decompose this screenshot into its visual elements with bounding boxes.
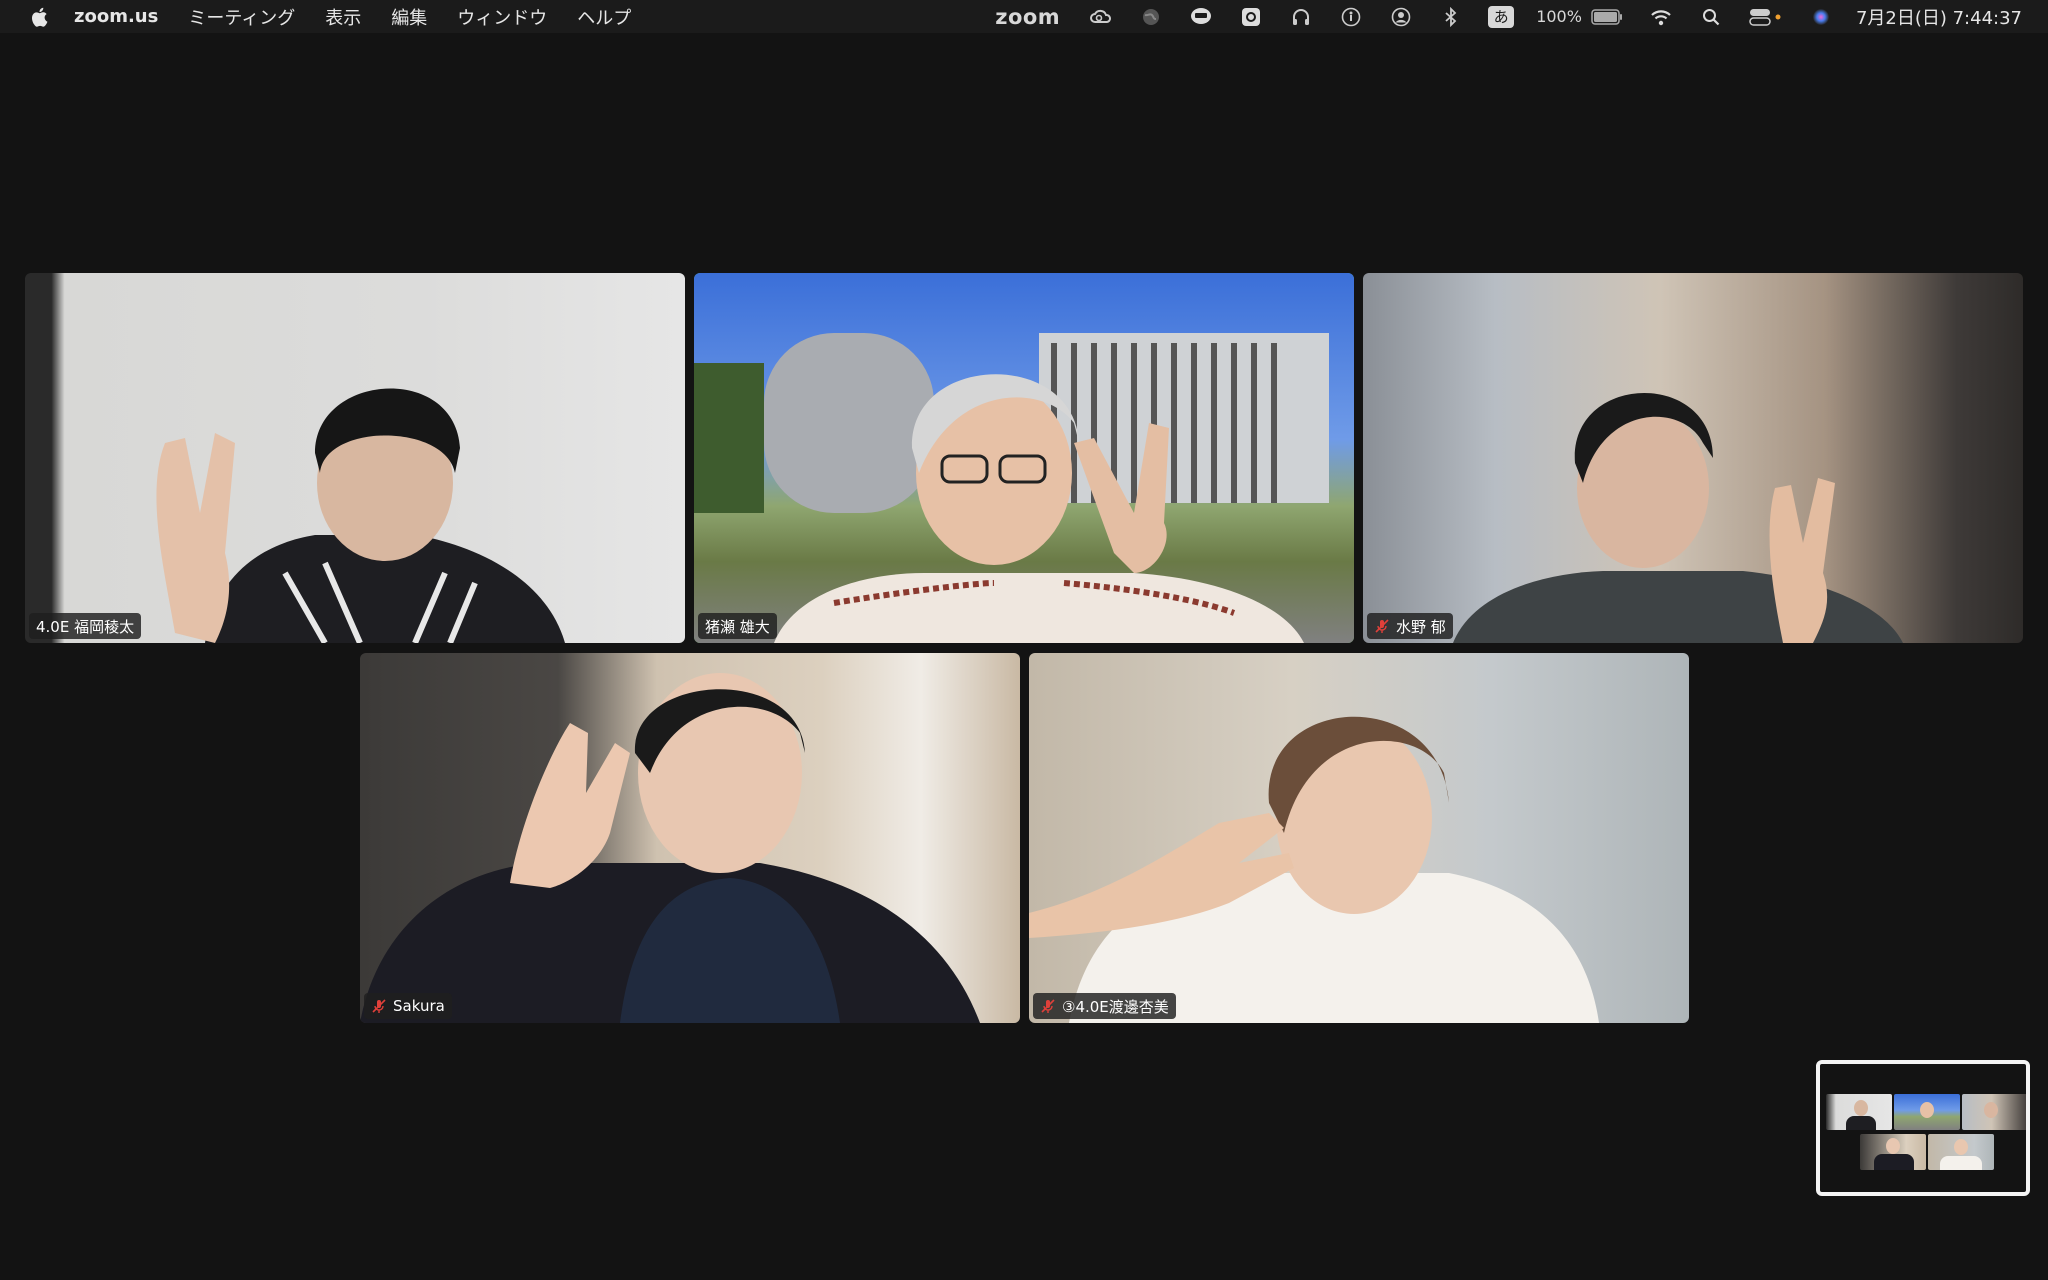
globe-icon[interactable] [1138,5,1164,29]
video-tile-2-active-speaker[interactable]: 猪瀬 雄大 [694,273,1354,643]
participant-video-image [694,333,1329,643]
participant-video-image [1029,716,1599,1023]
app-menu[interactable]: zoom.us [74,6,158,27]
battery-percent: 100% [1536,7,1582,26]
menu-bar-clock[interactable]: 7月2日(日) 7:44:37 [1856,4,2022,30]
menu-meeting[interactable]: ミーティング [188,4,295,30]
minimap-tile [1860,1134,1926,1170]
screen-record-icon[interactable] [1238,5,1264,29]
participant-name: 猪瀬 雄大 [705,617,770,636]
user-account-icon[interactable] [1388,5,1414,29]
menu-view[interactable]: 表示 [325,4,361,30]
microphone-muted-icon [1041,999,1055,1013]
participant-name-label: 4.0E 福岡稜太 [29,613,142,639]
menu-window[interactable]: ウィンドウ [457,4,547,30]
headphones-icon[interactable] [1288,5,1314,29]
participant-video-image [360,673,980,1023]
minimap-tile [1826,1094,1892,1130]
video-tile-5[interactable]: ③4.0E渡邊杏美 [1029,653,1689,1023]
video-tile-3[interactable]: 水野 郁 [1363,273,2023,643]
minimap-tile [1962,1094,2026,1130]
battery-icon[interactable] [1590,5,1624,29]
menu-bar: zoom.us ミーティング 表示 編集 ウィンドウ ヘルプ zoom あ 10… [0,0,2048,33]
participant-name-label: 水野 郁 [1367,613,1453,639]
spotlight-search-icon[interactable] [1698,5,1724,29]
gallery-minimap[interactable] [1816,1060,2030,1196]
microphone-muted-icon [1375,619,1389,633]
participant-video-image [156,388,565,643]
menu-edit[interactable]: 編集 [391,4,427,30]
zoom-status-icon[interactable]: zoom [995,5,1060,29]
siri-icon[interactable] [1808,5,1834,29]
participant-video-image [1453,392,1903,643]
participant-name-label: ③4.0E渡邊杏美 [1033,993,1176,1019]
minimap-tile [1894,1094,1960,1130]
menu-help[interactable]: ヘルプ [577,4,631,30]
control-center-icon[interactable] [1748,5,1784,29]
participant-name: ③4.0E渡邊杏美 [1062,997,1169,1016]
video-tile-1[interactable]: 4.0E 福岡稜太 [25,273,685,643]
video-tile-4[interactable]: Sakura [360,653,1020,1023]
participant-name: Sakura [393,997,445,1015]
minimap-tile [1928,1134,1994,1170]
participant-name: 水野 郁 [1396,617,1446,636]
input-method-icon[interactable]: あ [1488,5,1515,29]
participant-name-label: Sakura [364,993,452,1019]
creative-cloud-icon[interactable] [1088,5,1114,29]
microphone-muted-icon [372,999,386,1013]
input-method-label: あ [1488,5,1515,28]
participant-name: 4.0E 福岡稜太 [36,617,135,636]
apple-menu-icon[interactable] [28,5,50,29]
bluetooth-icon[interactable] [1438,5,1464,29]
accessibility-icon[interactable] [1338,5,1364,29]
wifi-icon[interactable] [1648,5,1674,29]
line-icon[interactable] [1188,5,1214,29]
participant-name-label: 猪瀬 雄大 [698,613,777,639]
